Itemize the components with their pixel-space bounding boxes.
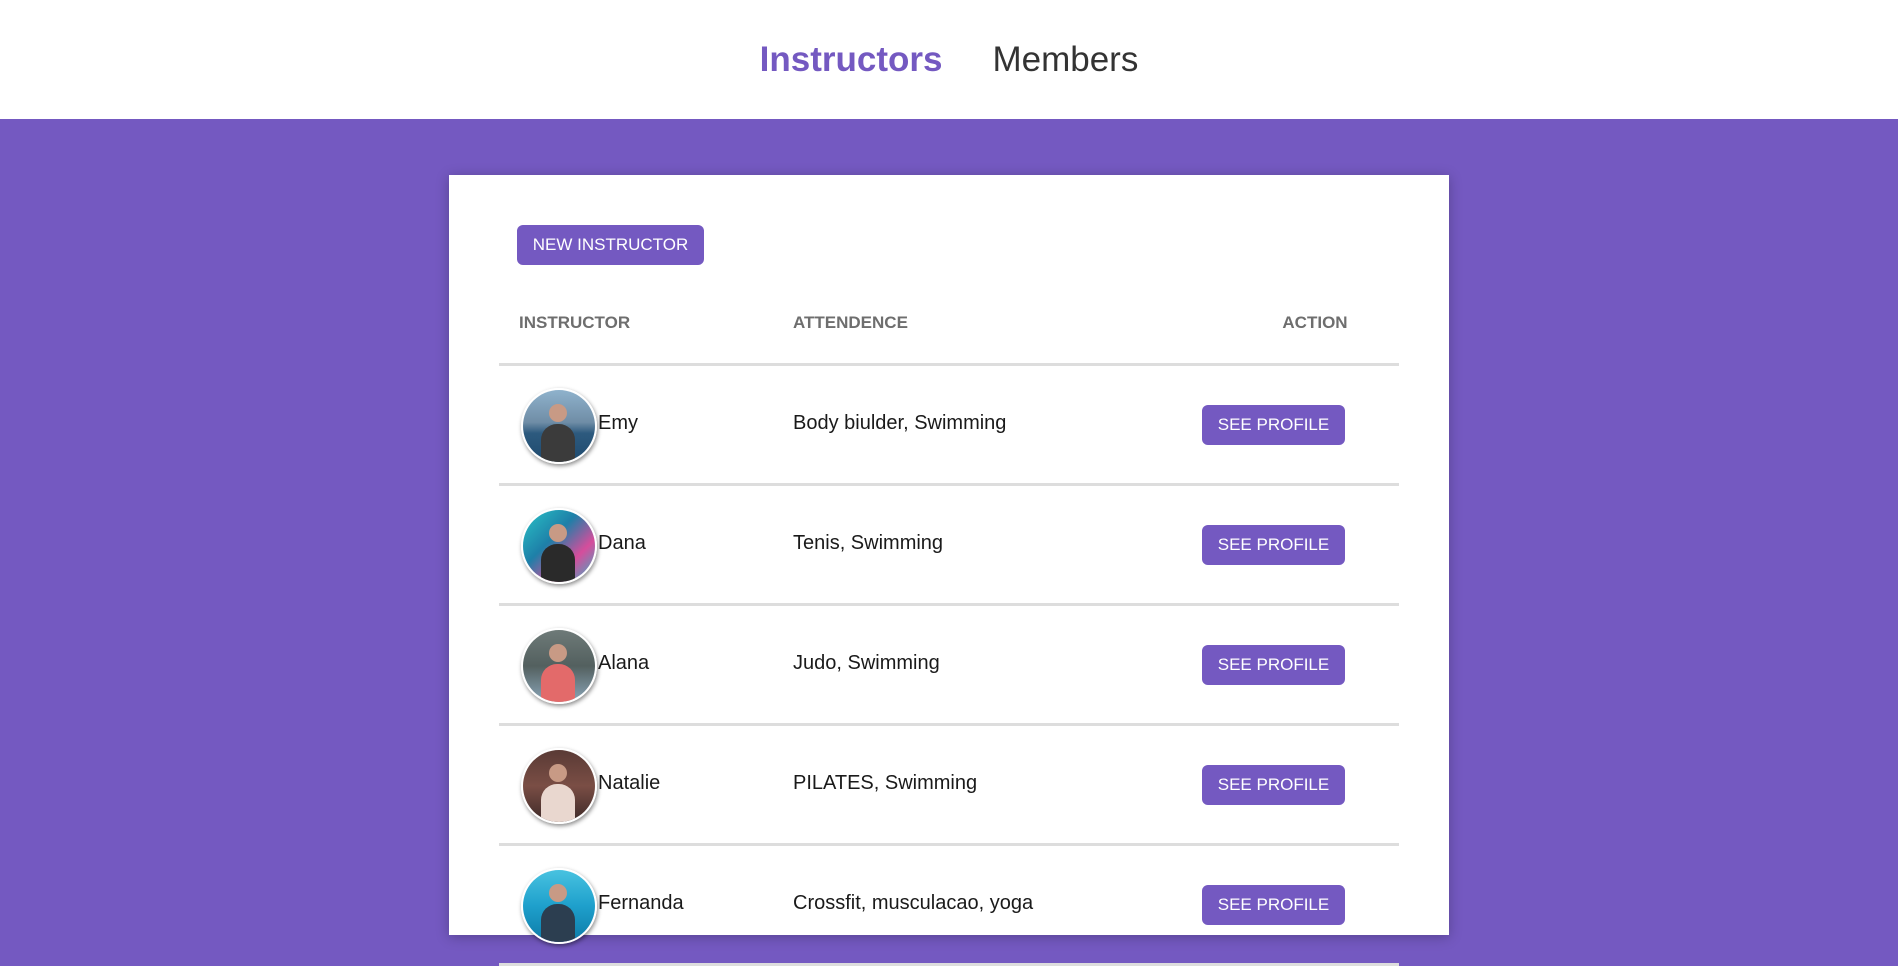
instructor-attendence: Tenis, Swimming (793, 532, 944, 554)
see-profile-button[interactable]: SEE PROFILE (1202, 645, 1345, 685)
avatar (521, 388, 597, 464)
instructors-card: NEW INSTRUCTOR INSTRUCTOR ATTENDENCE ACT… (449, 175, 1449, 966)
avatar (521, 628, 597, 704)
table-row: Dana Tenis, Swimming SEE PROFILE (499, 486, 1399, 606)
table-header: INSTRUCTOR ATTENDENCE ACTION (499, 305, 1399, 366)
table-row: Emy Body biulder, Swimming SEE PROFILE (499, 366, 1399, 486)
table-row: Alana Judo, Swimming SEE PROFILE (499, 606, 1399, 726)
avatar (521, 868, 597, 944)
nav-link-instructors[interactable]: Instructors (760, 40, 943, 80)
column-header-attendence: ATTENDENCE (793, 313, 908, 332)
instructor-attendence: Body biulder, Swimming (793, 412, 1007, 434)
avatar (521, 508, 597, 584)
instructor-attendence: Crossfit, musculacao, yoga (793, 892, 1034, 914)
instructor-name: Natalie (598, 772, 661, 794)
instructor-attendence: Judo, Swimming (793, 652, 940, 674)
instructors-table-body: Emy Body biulder, Swimming SEE PROFILE D… (499, 366, 1399, 966)
instructor-name: Alana (598, 652, 650, 674)
see-profile-button[interactable]: SEE PROFILE (1202, 405, 1345, 445)
see-profile-button[interactable]: SEE PROFILE (1202, 765, 1345, 805)
instructor-name: Fernanda (598, 892, 684, 914)
avatar (521, 748, 597, 824)
column-header-action: ACTION (1282, 313, 1348, 332)
see-profile-button[interactable]: SEE PROFILE (1202, 525, 1345, 565)
new-instructor-button[interactable]: NEW INSTRUCTOR (517, 225, 704, 265)
nav-link-members[interactable]: Members (992, 40, 1138, 80)
table-row: Fernanda Crossfit, musculacao, yoga SEE … (499, 846, 1399, 966)
instructor-attendence: PILATES, Swimming (793, 772, 978, 794)
instructor-name: Emy (598, 412, 638, 434)
top-navigation: Instructors Members (0, 0, 1898, 119)
table-row: Natalie PILATES, Swimming SEE PROFILE (499, 726, 1399, 846)
see-profile-button[interactable]: SEE PROFILE (1202, 885, 1345, 925)
instructor-name: Dana (598, 532, 646, 554)
column-header-instructor: INSTRUCTOR (519, 313, 631, 332)
